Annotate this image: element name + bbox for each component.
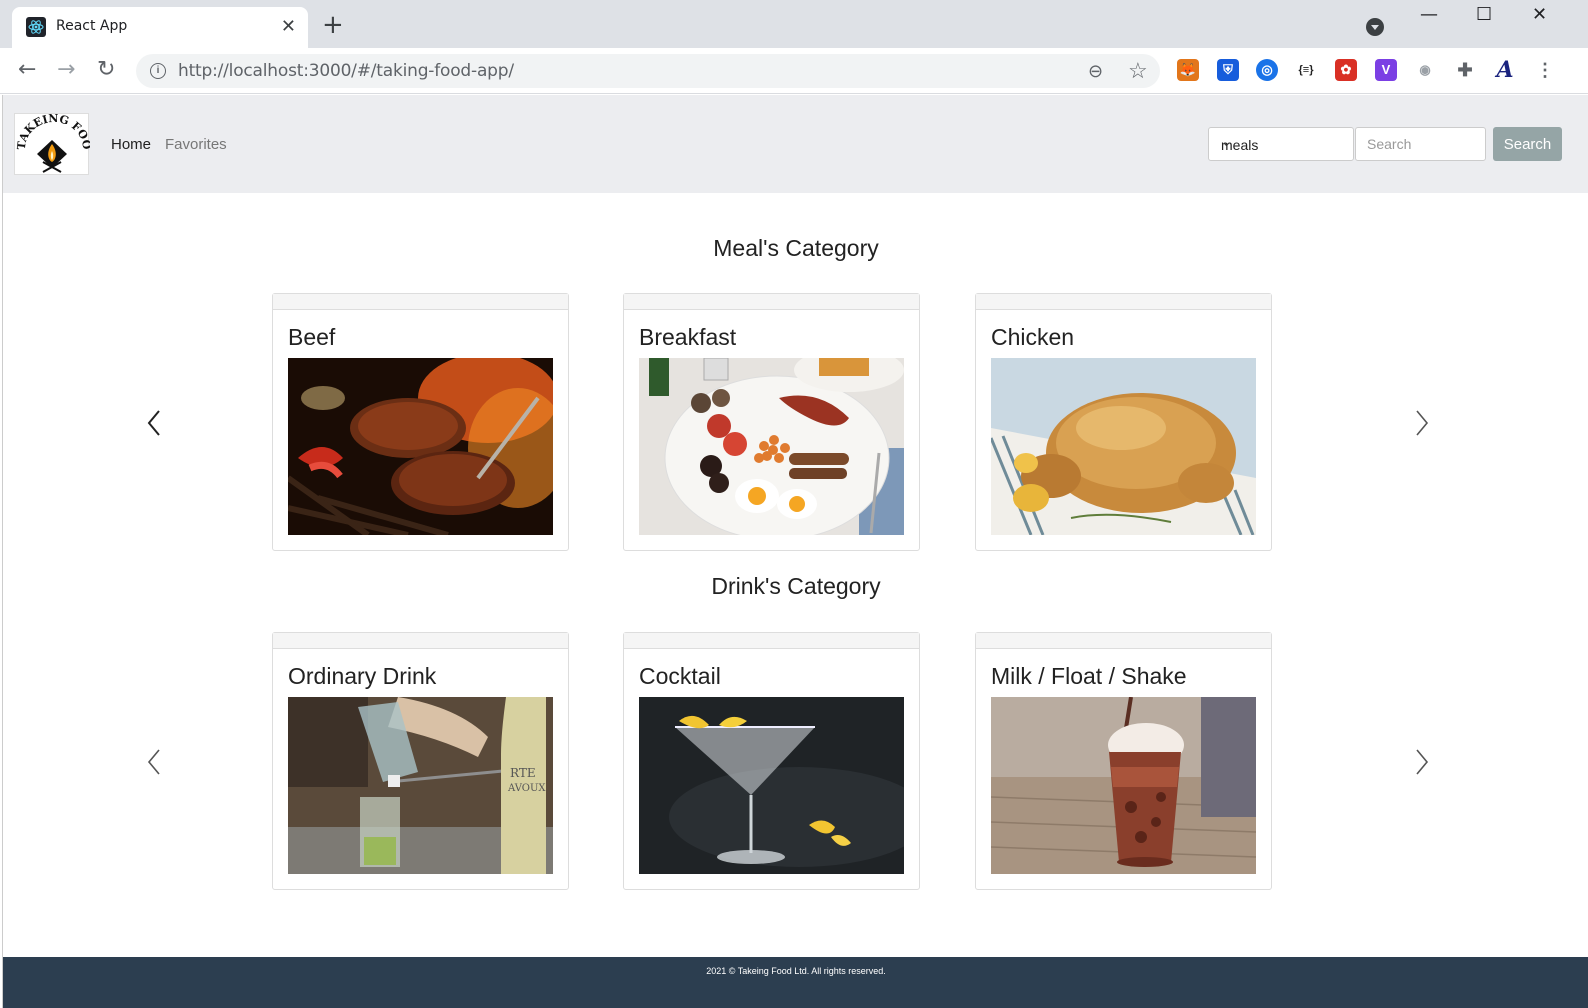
nav-home-link[interactable]: Home — [111, 136, 151, 153]
url-text[interactable]: http://localhost:3000/#/taking-food-app/ — [178, 61, 514, 81]
drinks-section-title: Drink's Category — [711, 573, 881, 599]
meals-next-arrow-icon[interactable] — [1407, 403, 1437, 443]
back-icon[interactable]: ← — [18, 58, 36, 82]
drink-card-ordinary-drink[interactable]: Ordinary Drink RTE AVOUX — [272, 632, 569, 890]
footer-copyright: 2021 © Takeing Food Ltd. All rights rese… — [706, 966, 886, 976]
svg-text:AVOUX: AVOUX — [507, 783, 546, 794]
json-icon[interactable]: {≡} — [1295, 59, 1317, 81]
card-header — [976, 633, 1271, 649]
svg-text:RTE: RTE — [510, 766, 536, 780]
ordinary-drink-image: RTE AVOUX — [288, 697, 553, 874]
breakfast-image — [639, 358, 904, 535]
milkshake-image — [991, 697, 1256, 874]
page-content: TAKEING FOOD Home Favorites meals ⌄ Sear… — [2, 95, 1588, 1008]
nav-favorites-link[interactable]: Favorites — [165, 136, 227, 153]
browser-tab-strip: React App ✕ + — ☐ ✕ — [0, 0, 1588, 48]
card-header — [624, 294, 919, 310]
card-header — [273, 633, 568, 649]
reload-icon[interactable]: ↻ — [97, 58, 115, 82]
card-title: Cocktail — [639, 663, 721, 689]
minimize-button[interactable]: — — [1420, 4, 1438, 25]
cocktail-image — [639, 697, 904, 874]
extension-red-icon[interactable]: ✿ — [1335, 59, 1357, 81]
chevron-down-icon: ⌄ — [1221, 134, 1232, 149]
profile-icon[interactable]: A — [1494, 59, 1516, 81]
react-icon — [26, 17, 46, 37]
tab-close-icon[interactable]: ✕ — [281, 16, 296, 36]
extension-gray-icon[interactable]: ◉ — [1414, 59, 1436, 81]
site-footer: 2021 © Takeing Food Ltd. All rights rese… — [3, 957, 1588, 1008]
card-title: Beef — [288, 324, 336, 350]
search-button[interactable]: Search — [1493, 127, 1562, 161]
category-select[interactable]: meals ⌄ — [1208, 127, 1354, 161]
card-header — [624, 633, 919, 649]
zoom-icon[interactable]: ⊖ — [1088, 61, 1103, 82]
address-bar[interactable]: i http://localhost:3000/#/taking-food-ap… — [136, 54, 1160, 88]
menu-kebab-icon[interactable]: ⋮ — [1534, 59, 1556, 81]
maximize-button[interactable]: ☐ — [1476, 4, 1492, 25]
browser-tab[interactable]: React App ✕ — [12, 7, 308, 48]
site-navbar: TAKEING FOOD Home Favorites meals ⌄ Sear… — [3, 95, 1588, 193]
vue-extension-icon[interactable]: V — [1375, 59, 1397, 81]
drink-card-cocktail[interactable]: Cocktail — [623, 632, 920, 890]
card-title: Ordinary Drink — [288, 663, 437, 689]
new-tab-button[interactable]: + — [322, 12, 344, 38]
close-window-button[interactable]: ✕ — [1532, 4, 1547, 25]
card-header — [273, 294, 568, 310]
tab-title: React App — [56, 18, 128, 34]
beef-image — [288, 358, 553, 535]
chicken-image — [991, 358, 1256, 535]
forward-icon[interactable]: → — [57, 58, 75, 82]
site-info-icon[interactable]: i — [150, 63, 166, 79]
drink-card-milk-float-shake[interactable]: Milk / Float / Shake — [975, 632, 1272, 890]
card-title: Milk / Float / Shake — [991, 663, 1187, 689]
site-logo[interactable]: TAKEING FOOD — [10, 104, 93, 175]
card-title: Breakfast — [639, 324, 737, 350]
bookmark-star-icon[interactable]: ☆ — [1128, 58, 1148, 84]
metamask-icon[interactable]: 🦊 — [1177, 59, 1199, 81]
drinks-prev-arrow-icon[interactable] — [139, 742, 169, 782]
search-input[interactable] — [1355, 127, 1486, 161]
meals-section-title: Meal's Category — [713, 235, 879, 261]
meal-card-breakfast[interactable]: Breakfast — [623, 293, 920, 551]
extension-icon[interactable]: ◎ — [1256, 59, 1278, 81]
meal-card-beef[interactable]: Beef — [272, 293, 569, 551]
bitwarden-icon[interactable]: ⛨ — [1217, 59, 1239, 81]
drinks-next-arrow-icon[interactable] — [1407, 742, 1437, 782]
meals-prev-arrow-icon[interactable] — [139, 403, 169, 443]
card-title: Chicken — [991, 324, 1075, 350]
card-header — [976, 294, 1271, 310]
meal-card-chicken[interactable]: Chicken — [975, 293, 1272, 551]
puzzle-icon[interactable]: ✚ — [1454, 59, 1476, 81]
tab-search-icon[interactable] — [1366, 18, 1384, 36]
